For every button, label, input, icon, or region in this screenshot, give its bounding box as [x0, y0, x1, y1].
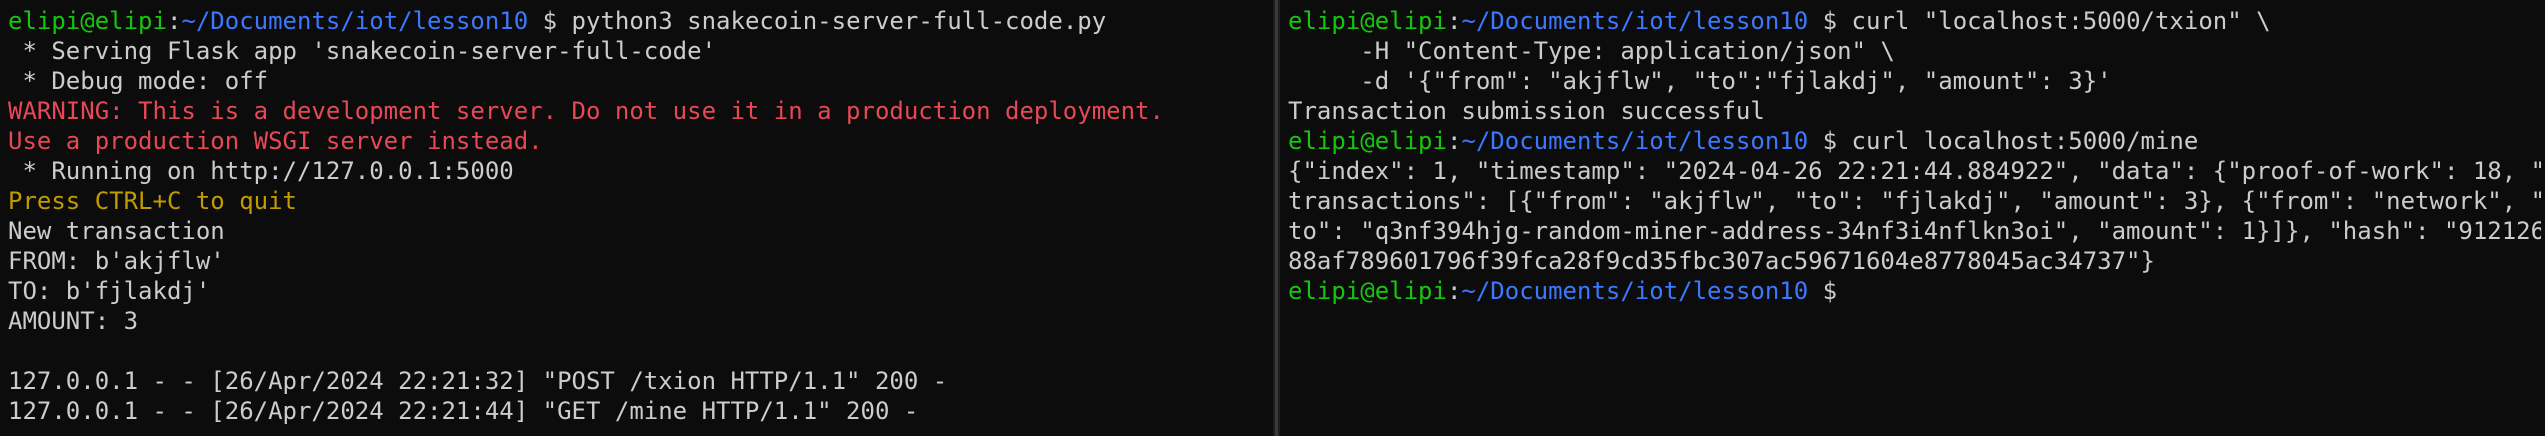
prompt-path: ~/Documents/iot/lesson10 — [181, 7, 529, 35]
json-output-line: transactions": [{"from": "akjflw", "to":… — [1288, 187, 2541, 215]
prompt-symbol: $ — [1808, 277, 1852, 305]
output-line: AMOUNT: 3 — [8, 307, 139, 335]
prompt-path: ~/Documents/iot/lesson10 — [1461, 127, 1809, 155]
prompt-user: elipi@elipi — [8, 7, 167, 35]
log-line: 127.0.0.1 - - [26/Apr/2024 22:21:44] "GE… — [8, 397, 919, 425]
prompt-line: elipi@elipi:~/Documents/iot/lesson10 $ c… — [1288, 126, 2541, 156]
output-line: New transaction — [8, 217, 225, 245]
text-cursor — [1852, 278, 1865, 304]
prompt-command: curl "localhost:5000/txion" \ — [1851, 7, 2271, 35]
prompt-separator: : — [166, 7, 182, 35]
active-prompt-line[interactable]: elipi@elipi:~/Documents/iot/lesson10 $ — [1288, 276, 2541, 306]
json-output-line: {"index": 1, "timestamp": "2024-04-26 22… — [1288, 157, 2541, 185]
right-terminal-output: elipi@elipi:~/Documents/iot/lesson10 $ c… — [1288, 6, 2541, 306]
prompt-user: elipi@elipi — [1288, 7, 1447, 35]
output-line: * Debug mode: off — [8, 67, 269, 95]
prompt-separator: : — [1446, 127, 1462, 155]
warning-line: Use a production WSGI server instead. — [8, 127, 543, 155]
output-line: Transaction submission successful — [1288, 97, 1765, 125]
json-output-line: 88af789601796f39fca28f9cd35fbc307ac59671… — [1288, 247, 2155, 275]
right-terminal-pane[interactable]: elipi@elipi:~/Documents/iot/lesson10 $ c… — [1280, 0, 2545, 436]
prompt-path: ~/Documents/iot/lesson10 — [1461, 7, 1809, 35]
pane-divider[interactable] — [1273, 0, 1280, 436]
output-line: TO: b'fjlakdj' — [8, 277, 211, 305]
command-continuation: -d '{"from": "akjflw", "to":"fjlakdj", "… — [1288, 67, 2112, 95]
prompt-symbol: $ — [528, 7, 572, 35]
notice-line: Press CTRL+C to quit — [8, 187, 297, 215]
output-line: * Serving Flask app 'snakecoin-server-fu… — [8, 37, 717, 65]
prompt-line: elipi@elipi:~/Documents/iot/lesson10 $ p… — [8, 6, 1269, 36]
prompt-command: curl localhost:5000/mine — [1851, 127, 2199, 155]
prompt-symbol: $ — [1808, 7, 1852, 35]
prompt-path: ~/Documents/iot/lesson10 — [1461, 277, 1809, 305]
left-terminal-output: elipi@elipi:~/Documents/iot/lesson10 $ p… — [8, 6, 1269, 426]
output-line: * Running on http://127.0.0.1:5000 — [8, 157, 514, 185]
pane-divider-bar — [1275, 0, 1278, 436]
left-terminal-pane[interactable]: elipi@elipi:~/Documents/iot/lesson10 $ p… — [0, 0, 1273, 436]
prompt-user: elipi@elipi — [1288, 277, 1447, 305]
command-continuation: -H "Content-Type: application/json" \ — [1288, 37, 1895, 65]
prompt-command: python3 snakecoin-server-full-code.py — [571, 7, 1107, 35]
output-line: FROM: b'akjflw' — [8, 247, 225, 275]
log-line: 127.0.0.1 - - [26/Apr/2024 22:21:32] "PO… — [8, 367, 948, 395]
prompt-separator: : — [1446, 277, 1462, 305]
prompt-separator: : — [1446, 7, 1462, 35]
prompt-symbol: $ — [1808, 127, 1852, 155]
json-output-line: to": "q3nf394hjg-random-miner-address-34… — [1288, 217, 2541, 245]
prompt-line: elipi@elipi:~/Documents/iot/lesson10 $ c… — [1288, 6, 2541, 36]
warning-line: WARNING: This is a development server. D… — [8, 97, 1164, 125]
prompt-user: elipi@elipi — [1288, 127, 1447, 155]
